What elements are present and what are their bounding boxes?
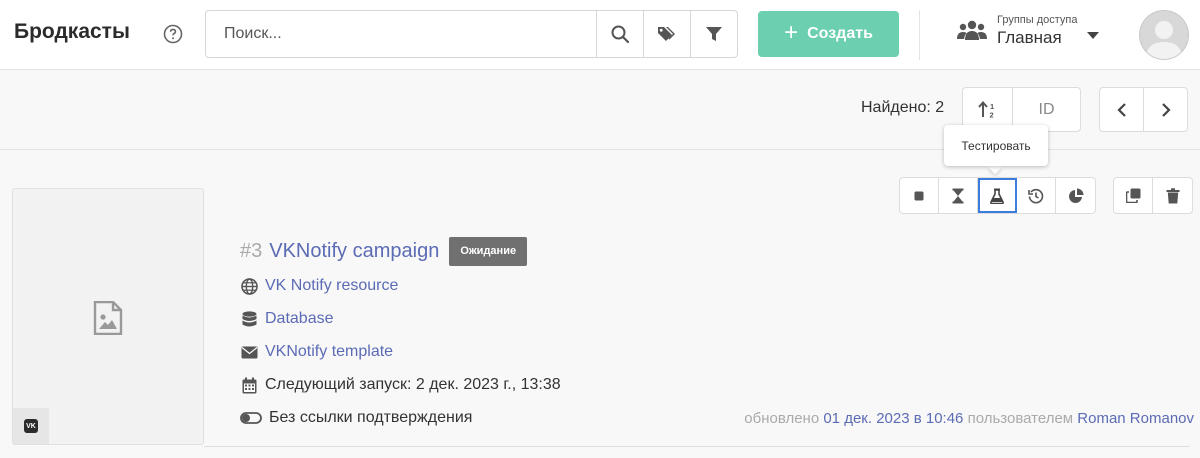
confirmation-text: Без ссылки подтверждения <box>269 409 473 426</box>
database-row: Database <box>240 310 334 328</box>
next-run-row: Следующий запуск: 2 дек. 2023 г., 13:38 <box>240 376 561 394</box>
broadcast-secondary-actions <box>1113 177 1193 214</box>
access-group-selector[interactable]: Группы доступа Главная <box>957 12 1107 56</box>
delete-button[interactable] <box>1153 178 1192 213</box>
search-icon <box>611 25 630 44</box>
question-circle-icon[interactable] <box>163 24 183 44</box>
updated-date-link[interactable]: 01 дек. 2023 в 10:46 <box>823 410 963 427</box>
flask-icon <box>990 188 1004 204</box>
stop-icon <box>914 191 924 200</box>
prev-page-button[interactable] <box>1100 88 1144 131</box>
search-group <box>205 10 738 58</box>
image-file-icon <box>93 301 123 335</box>
updated-info: обновлено 01 дек. 2023 в 10:46 пользоват… <box>744 410 1194 427</box>
user-silhouette-icon <box>1146 21 1182 59</box>
top-bar: Бродкасты + Создать <box>0 0 1200 70</box>
toggle-off-icon <box>240 412 262 424</box>
result-count: Найдено: 2 <box>861 99 945 116</box>
updated-prefix: обновлено <box>744 410 820 427</box>
search-input[interactable] <box>206 11 596 57</box>
card-divider <box>204 446 1190 447</box>
history-button[interactable] <box>1017 178 1056 213</box>
access-group-label: Группы доступа <box>997 14 1078 26</box>
chevron-right-icon <box>1161 102 1171 117</box>
channel-badge: VK <box>13 408 49 444</box>
resource-row: VK Notify resource <box>240 277 398 295</box>
filter-icon <box>706 27 722 41</box>
stop-button[interactable] <box>900 178 939 213</box>
create-button-label: Создать <box>807 25 873 42</box>
statistics-button[interactable] <box>1056 178 1095 213</box>
avatar[interactable] <box>1139 10 1189 60</box>
updated-by-link[interactable]: Roman Romanov <box>1077 410 1194 427</box>
status-badge: Ожидание <box>449 236 528 266</box>
header-divider <box>919 10 920 60</box>
database-link[interactable]: Database <box>265 310 334 328</box>
broadcast-preview-image: VK <box>12 188 204 445</box>
updated-by-prefix: пользователем <box>967 410 1074 427</box>
envelope-icon <box>241 346 257 358</box>
create-button[interactable]: + Создать <box>758 11 899 57</box>
pie-chart-icon <box>1068 188 1083 203</box>
template-link[interactable]: VKNotify template <box>265 343 393 361</box>
caret-down-icon <box>1087 32 1099 39</box>
test-button[interactable] <box>978 178 1017 213</box>
search-button[interactable] <box>596 11 643 57</box>
plus-icon: + <box>784 19 799 46</box>
svg-text:2: 2 <box>989 110 993 119</box>
tags-icon <box>658 27 675 41</box>
tooltip: Тестировать <box>944 125 1048 166</box>
globe-icon <box>240 277 258 295</box>
chevron-left-icon <box>1116 102 1126 117</box>
filter-button[interactable] <box>690 11 737 57</box>
next-run-text: Следующий запуск: 2 дек. 2023 г., 13:38 <box>265 376 561 393</box>
hourglass-icon <box>952 188 964 203</box>
broadcast-title-link[interactable]: VKNotify campaign <box>269 240 439 263</box>
pagination <box>1099 87 1188 132</box>
access-group-value: Главная <box>997 28 1062 47</box>
broadcast-action-group <box>899 177 1096 214</box>
trash-icon <box>1166 187 1179 203</box>
resource-link[interactable]: VK Notify resource <box>265 277 398 295</box>
history-icon <box>1028 188 1044 203</box>
broadcast-id: #3 <box>240 239 263 262</box>
template-row: VKNotify template <box>240 343 393 361</box>
copy-button[interactable] <box>1114 178 1153 213</box>
users-icon <box>957 20 987 40</box>
copy-icon <box>1125 188 1140 203</box>
vk-logo-icon: VK <box>24 419 38 433</box>
broadcast-title-row: #3 VKNotify campaign Ожидание <box>240 236 528 266</box>
calendar-icon <box>242 377 256 393</box>
schedule-button[interactable] <box>939 178 978 213</box>
confirmation-row: Без ссылки подтверждения <box>240 409 472 427</box>
page-title: Бродкасты <box>14 20 130 43</box>
tags-button[interactable] <box>643 11 690 57</box>
sort-amount-icon: 1 2 <box>977 100 994 119</box>
next-page-button[interactable] <box>1144 88 1187 131</box>
database-icon <box>242 310 256 326</box>
